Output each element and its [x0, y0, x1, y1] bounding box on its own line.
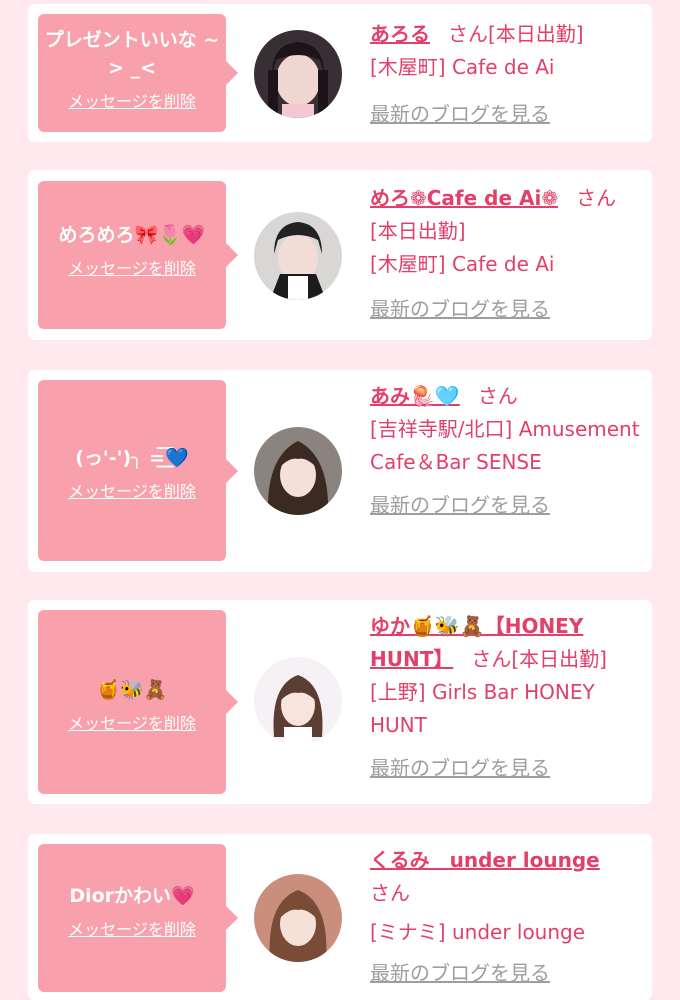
cast-name-link[interactable]: めろ❁Cafe de Ai❁: [370, 186, 558, 210]
delete-message-link[interactable]: メッセージを削除: [68, 916, 196, 940]
cast-info: くるみ under lounge さん [ミナミ] under lounge 最…: [370, 844, 646, 990]
favorite-cast-list: プレゼントいいな ~> _< メッセージを削除 あろる さん[本日出勤] [木屋町…: [0, 0, 680, 1000]
honorific: さん: [576, 186, 617, 210]
delete-message-link[interactable]: メッセージを削除: [68, 710, 196, 734]
avatar[interactable]: [254, 874, 342, 962]
cast-card: プレゼントいいな ~> _< メッセージを削除 あろる さん[本日出勤] [木屋町…: [28, 4, 652, 142]
cast-card: 🍯🐝🧸 メッセージを削除 ゆか🍯🐝🧸【HONEY HUNT】 さん[本日出勤] […: [28, 600, 652, 804]
message-bubble: めろめろ🎀🌷💗 メッセージを削除: [38, 181, 238, 329]
latest-blog-link[interactable]: 最新のブログを見る: [370, 489, 550, 522]
delete-message-link[interactable]: メッセージを削除: [68, 255, 196, 279]
latest-blog-link[interactable]: 最新のブログを見る: [370, 98, 550, 131]
cast-info: ゆか🍯🐝🧸【HONEY HUNT】 さん[本日出勤] [上野] Girls Bar…: [370, 610, 646, 785]
message-text: めろめろ🎀🌷💗: [58, 224, 206, 246]
message-text: Diorかわい💗: [69, 885, 195, 907]
honorific: さん: [477, 384, 518, 408]
status-badge: [本日出勤]: [370, 219, 466, 243]
avatar[interactable]: [254, 657, 342, 745]
message-text: (っ'-')╮ =͟͟͞͞💙: [75, 447, 189, 469]
cast-info: あろる さん[本日出勤] [木屋町] Cafe de Ai 最新のブログを見る: [370, 18, 646, 131]
message-text: プレゼントいいな ~> _<: [44, 29, 220, 79]
latest-blog-link[interactable]: 最新のブログを見る: [370, 293, 550, 326]
cast-name-link[interactable]: あみ🪼🩵: [370, 384, 460, 408]
avatar[interactable]: [254, 212, 342, 300]
status-badge: [本日出勤]: [488, 22, 584, 46]
shop-name: [木屋町] Cafe de Ai: [370, 55, 555, 79]
shop-name: [木屋町] Cafe de Ai: [370, 252, 555, 276]
avatar[interactable]: [254, 427, 342, 515]
cast-card: Diorかわい💗 メッセージを削除 くるみ under lounge さん [ミ…: [28, 834, 652, 1000]
shop-name: [ミナミ] under lounge: [370, 920, 586, 944]
cast-card: (っ'-')╮ =͟͟͞͞💙 メッセージを削除 あみ🪼🩵 さん [吉祥寺駅/北口]…: [28, 370, 652, 572]
cast-card: めろめろ🎀🌷💗 メッセージを削除 めろ❁Cafe de Ai❁ さん [本日出勤]…: [28, 170, 652, 340]
cast-name-link[interactable]: くるみ under lounge: [370, 848, 600, 872]
status-badge: [本日出勤]: [511, 647, 607, 671]
cast-info: めろ❁Cafe de Ai❁ さん [本日出勤] [木屋町] Cafe de Ai…: [370, 182, 646, 326]
shop-name: [吉祥寺駅/北口] Amusement Cafe＆Bar SENSE: [370, 417, 640, 474]
delete-message-link[interactable]: メッセージを削除: [68, 478, 196, 502]
message-bubble: プレゼントいいな ~> _< メッセージを削除: [38, 14, 238, 132]
latest-blog-link[interactable]: 最新のブログを見る: [370, 957, 550, 990]
delete-message-link[interactable]: メッセージを削除: [68, 88, 196, 112]
honorific: さん: [471, 647, 512, 671]
message-bubble: Diorかわい💗 メッセージを削除: [38, 844, 238, 992]
latest-blog-link[interactable]: 最新のブログを見る: [370, 752, 550, 785]
message-bubble: (っ'-')╮ =͟͟͞͞💙 メッセージを削除: [38, 380, 238, 561]
avatar[interactable]: [254, 30, 342, 118]
honorific: さん: [448, 22, 488, 46]
cast-name-link[interactable]: あろる: [370, 22, 430, 46]
message-bubble: 🍯🐝🧸 メッセージを削除: [38, 610, 238, 794]
shop-name: [上野] Girls Bar HONEY HUNT: [370, 680, 595, 737]
honorific: さん: [370, 881, 410, 905]
message-text: 🍯🐝🧸: [96, 679, 168, 701]
cast-info: あみ🪼🩵 さん [吉祥寺駅/北口] Amusement Cafe＆Bar SENS…: [370, 380, 646, 522]
